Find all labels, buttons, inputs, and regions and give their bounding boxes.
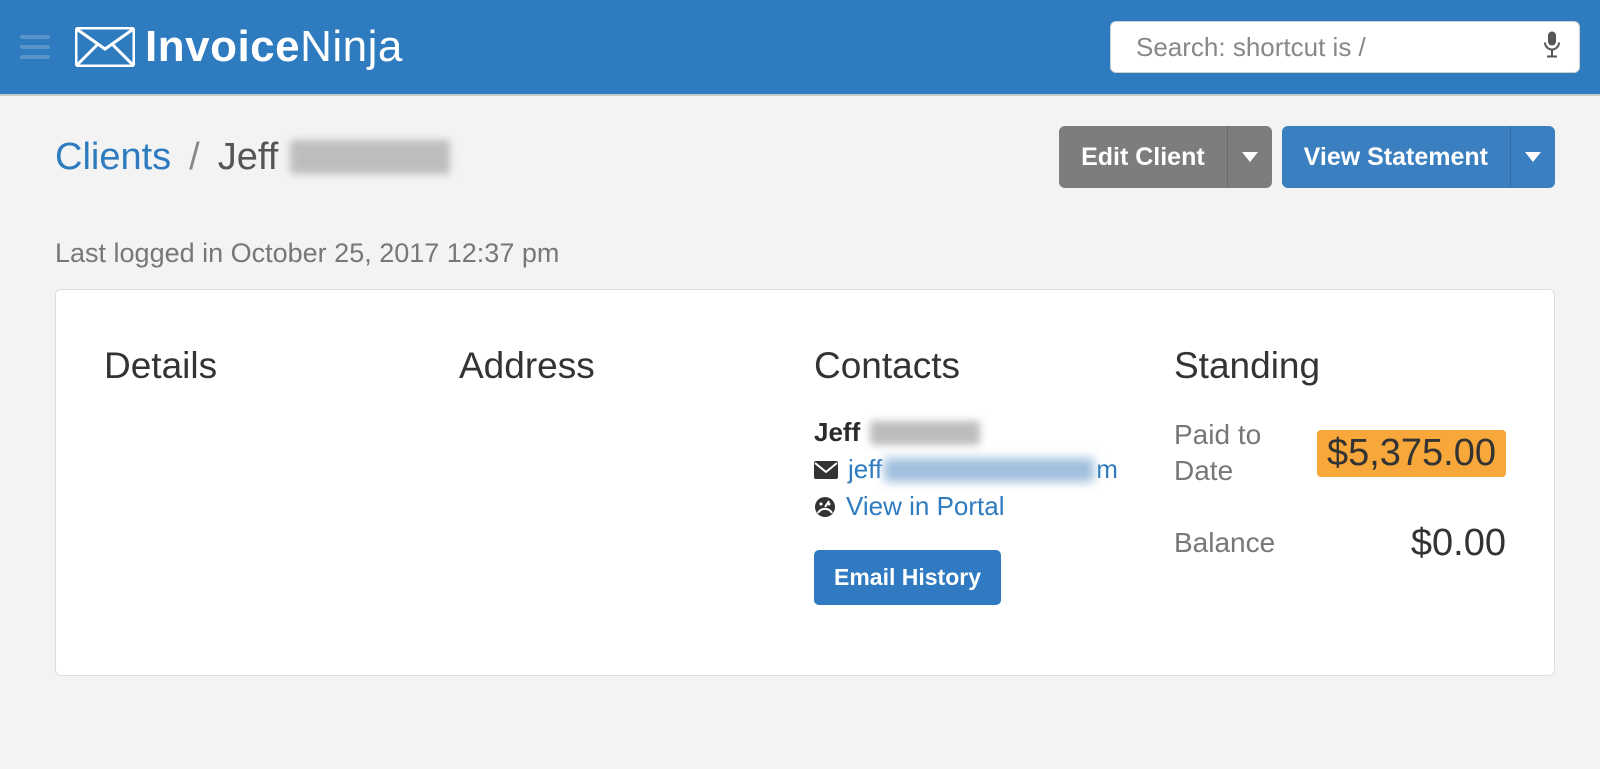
- details-column: Details: [104, 345, 459, 605]
- standing-column: Standing Paid to Date $5,375.00 Balance …: [1174, 345, 1506, 605]
- envelope-icon: [814, 461, 838, 479]
- search-input[interactable]: [1110, 21, 1580, 73]
- edit-client-label: Edit Client: [1059, 126, 1227, 188]
- paid-to-date-row: Paid to Date $5,375.00: [1174, 417, 1506, 490]
- address-column: Address: [459, 345, 814, 605]
- details-heading: Details: [104, 345, 459, 387]
- contact-email-row: jeff m: [814, 454, 1174, 485]
- dashboard-icon: [814, 496, 836, 518]
- chevron-down-icon: [1242, 152, 1258, 162]
- balance-label: Balance: [1174, 525, 1304, 561]
- chevron-down-icon: [1525, 152, 1541, 162]
- paid-to-date-value-wrap: $5,375.00: [1317, 430, 1506, 477]
- page-actions: Edit Client View Statement: [1059, 126, 1555, 188]
- balance-value: $0.00: [1411, 522, 1506, 565]
- redacted-last-name: [290, 140, 450, 174]
- last-login-text: Last logged in October 25, 2017 12:37 pm: [55, 238, 1555, 269]
- contact-first-name: Jeff: [814, 417, 860, 448]
- email-history-button[interactable]: Email History: [814, 550, 1001, 605]
- view-statement-label: View Statement: [1282, 126, 1510, 188]
- envelope-logo-icon: [75, 27, 135, 67]
- email-visible-prefix: jeff: [848, 454, 882, 485]
- email-visible-suffix: m: [1096, 454, 1118, 485]
- client-first-name: Jeff: [218, 136, 279, 179]
- contact-email-link[interactable]: jeff m: [848, 454, 1118, 485]
- contacts-heading: Contacts: [814, 345, 1174, 387]
- breadcrumb-separator: /: [189, 136, 200, 179]
- breadcrumb-clients-link[interactable]: Clients: [55, 136, 171, 179]
- address-heading: Address: [459, 345, 814, 387]
- app-logo[interactable]: InvoiceNinja: [75, 22, 403, 72]
- view-statement-caret[interactable]: [1510, 126, 1555, 188]
- standing-heading: Standing: [1174, 345, 1506, 387]
- paid-to-date-value: $5,375.00: [1317, 430, 1506, 477]
- view-in-portal-link[interactable]: View in Portal: [846, 491, 1005, 522]
- contacts-column: Contacts Jeff jeff m: [814, 345, 1174, 605]
- search-container: [1110, 21, 1580, 73]
- edit-client-caret[interactable]: [1227, 126, 1272, 188]
- breadcrumb-current: Jeff: [218, 136, 451, 179]
- page-header-row: Clients / Jeff Edit Client View Statemen…: [55, 126, 1555, 188]
- view-statement-button[interactable]: View Statement: [1282, 126, 1555, 188]
- paid-to-date-label: Paid to Date: [1174, 417, 1304, 490]
- balance-row: Balance $0.00: [1174, 522, 1506, 565]
- redacted-email-middle: [884, 458, 1094, 482]
- contact-name-row: Jeff: [814, 417, 1174, 448]
- view-portal-row: View in Portal: [814, 491, 1174, 522]
- edit-client-button[interactable]: Edit Client: [1059, 126, 1272, 188]
- page-content: Clients / Jeff Edit Client View Statemen…: [0, 96, 1600, 696]
- redacted-contact-last-name: [870, 421, 980, 445]
- top-bar: InvoiceNinja: [0, 0, 1600, 96]
- app-brand-text: InvoiceNinja: [145, 22, 403, 72]
- client-info-panel: Details Address Contacts Jeff: [55, 289, 1555, 676]
- menu-toggle-button[interactable]: [20, 35, 50, 59]
- microphone-icon[interactable]: [1542, 31, 1562, 64]
- breadcrumb: Clients / Jeff: [55, 136, 450, 179]
